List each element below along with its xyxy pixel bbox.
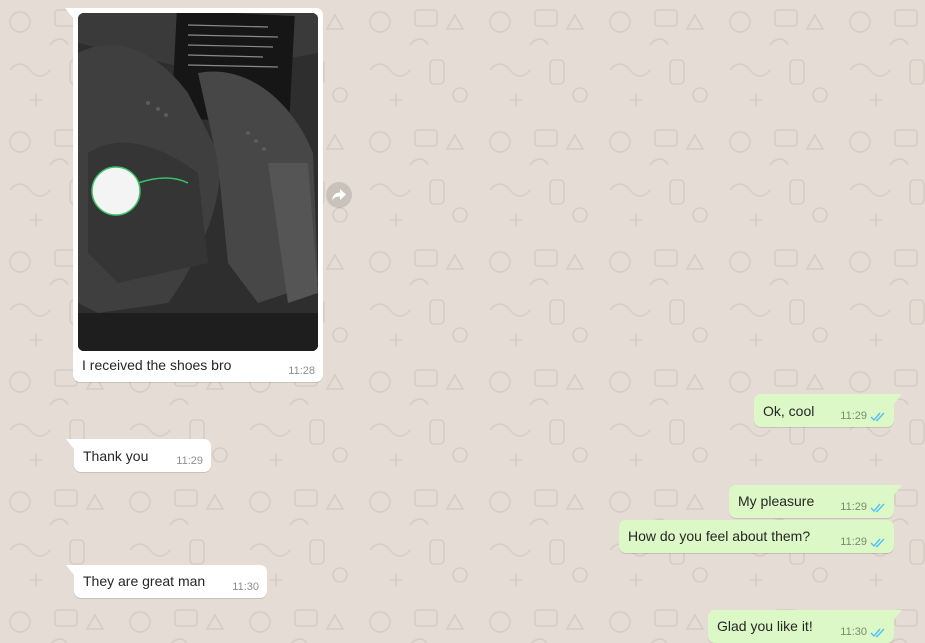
message-meta: 11:29 [840,501,886,513]
double-check-icon [870,628,885,637]
message-text: How do you feel about them? [628,528,811,544]
message-time: 11:29 [840,410,867,422]
message-time: 11:29 [176,455,203,467]
message-meta: 11:29 [840,410,886,422]
double-check-icon [870,538,885,547]
message-time: 11:30 [840,626,867,638]
double-check-icon [870,412,885,421]
message-text: Ok, cool [763,403,815,419]
incoming-message[interactable]: Thank you 11:29 [66,439,211,472]
shoes-photo[interactable] [78,13,318,351]
outgoing-message[interactable]: Glad you like it! 11:30 [708,610,902,643]
outgoing-message[interactable]: Ok, cool 11:29 [754,394,902,427]
message-text: They are great man [83,573,206,589]
message-meta: 11:28 [288,365,315,377]
image-message-bubble[interactable]: I received the shoes bro 11:28 [65,8,323,382]
message-time: 11:30 [232,581,259,593]
outgoing-message[interactable]: My pleasure 11:29 [729,485,902,518]
message-time: 11:28 [288,365,315,377]
message-meta: 11:30 [840,626,886,638]
image-caption: I received the shoes bro [82,357,232,373]
message-meta: 11:29 [840,536,886,548]
outgoing-message[interactable]: How do you feel about them? 11:29 [619,520,894,553]
message-meta: 11:29 [176,455,203,467]
message-text: Thank you [83,448,149,464]
incoming-message[interactable]: They are great man 11:30 [66,565,267,598]
double-check-icon [870,503,885,512]
message-text: Glad you like it! [717,618,813,634]
message-meta: 11:30 [232,581,259,593]
message-time: 11:29 [840,536,867,548]
forward-icon [332,189,346,201]
message-text: My pleasure [738,493,815,509]
message-time: 11:29 [840,501,867,513]
forward-button[interactable] [326,182,352,208]
